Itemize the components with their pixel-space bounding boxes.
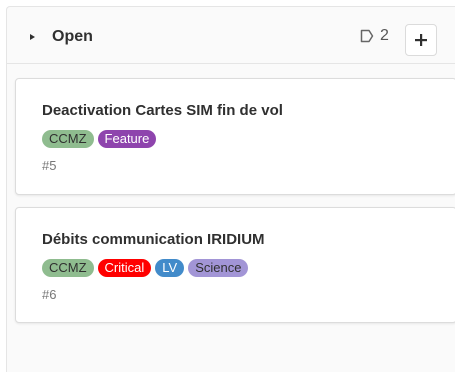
issue-count-value: 2 xyxy=(380,27,389,44)
label-feature[interactable]: Feature xyxy=(97,130,157,148)
issue-card[interactable]: Débits communication IRIDIUM CCMZ Critic… xyxy=(15,207,455,323)
issue-title[interactable]: Deactivation Cartes SIM fin de vol xyxy=(42,102,283,120)
add-issue-button[interactable] xyxy=(405,24,437,56)
caret-right-icon[interactable] xyxy=(30,34,35,40)
issue-reference: #6 xyxy=(42,287,57,302)
list-title: Open xyxy=(52,28,93,45)
label-critical[interactable]: Critical xyxy=(97,259,152,277)
plus-icon xyxy=(415,34,427,46)
issue-count: 2 xyxy=(359,26,389,46)
issue-labels: CCMZ Critical LV Science xyxy=(42,259,249,277)
issue-title[interactable]: Débits communication IRIDIUM xyxy=(42,231,265,249)
issue-labels: CCMZ Feature xyxy=(42,130,157,148)
issue-reference: #5 xyxy=(42,158,57,173)
board-list-open: Open 2 Deactivation Cartes SIM fin de vo… xyxy=(6,6,455,372)
label-ccmz[interactable]: CCMZ xyxy=(42,130,94,148)
label-lv[interactable]: LV xyxy=(155,259,185,277)
issue-card[interactable]: Deactivation Cartes SIM fin de vol CCMZ … xyxy=(15,78,455,195)
label-ccmz[interactable]: CCMZ xyxy=(42,259,94,277)
issues-icon xyxy=(360,29,374,43)
list-header: Open 2 xyxy=(7,7,455,64)
label-science[interactable]: Science xyxy=(188,259,249,277)
